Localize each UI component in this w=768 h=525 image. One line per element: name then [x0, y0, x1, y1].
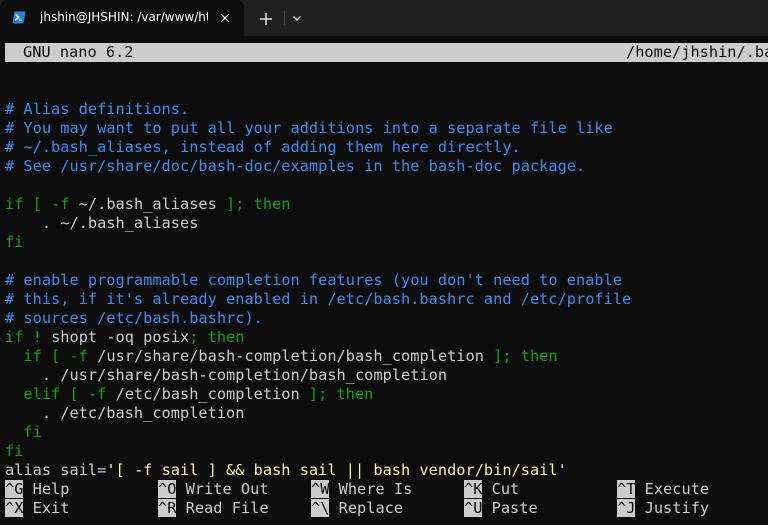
code-token: '[ -f sail ] && bash sail || bash vendor…	[106, 461, 567, 479]
editor-line: fi	[5, 423, 768, 442]
editor-line: if ! shopt -oq posix; then	[5, 328, 768, 347]
code-token: fi	[5, 233, 24, 251]
shortcut-label: Cut	[491, 480, 520, 498]
editor-line: # See /usr/share/doc/bash-doc/examples i…	[5, 157, 768, 176]
code-token: /etc/bash_completion	[115, 385, 300, 403]
code-token: if [ -f	[5, 195, 79, 213]
shortcut-help: ^G Help	[5, 480, 69, 499]
code-token: # ~/.bash_aliases, instead of adding the…	[5, 138, 521, 156]
shortcut-where-is: ^W Where Is	[311, 480, 412, 499]
code-token: . ~/.bash_aliases	[5, 214, 199, 232]
shortcut-label: Write Out	[185, 480, 269, 498]
code-token: ; then	[189, 328, 245, 346]
editor-line: # Alias definitions.	[5, 100, 768, 119]
code-token: ]; then	[483, 347, 558, 365]
shortcut-label: Read File	[185, 499, 269, 517]
editor-line: # sources /etc/bash.bashrc).	[5, 309, 768, 328]
editor-line: . ~/.bash_aliases	[5, 214, 768, 233]
shortcut-label: Paste	[491, 499, 538, 517]
editor-line: . /etc/bash_completion	[5, 404, 768, 423]
shortcut-exit: ^X Exit	[5, 499, 69, 518]
code-token: alias sail=	[5, 461, 107, 479]
shortcut-label: Justify	[644, 499, 710, 517]
code-token: . /etc/bash_completion	[5, 404, 245, 422]
nano-titlebar: GNU nano 6.2 /home/jhshin/.ba	[5, 43, 768, 62]
code-token: fi	[5, 442, 24, 460]
shortcut-justify: ^J Justify	[617, 499, 709, 518]
plus-icon[interactable]	[256, 9, 276, 29]
code-token: ~/.bash_aliases	[78, 195, 217, 213]
editor-line: if [ -f ~/.bash_aliases ]; then	[5, 195, 768, 214]
shortcut-label: Exit	[32, 499, 70, 517]
nano-filename: /home/jhshin/.ba	[626, 43, 768, 61]
shortcut-label: Help	[32, 480, 70, 498]
shortcut-read-file: ^R Read File	[158, 499, 269, 518]
editor-line: if [ -f /usr/share/bash-completion/bash_…	[5, 347, 768, 366]
shortcut-execute: ^T Execute	[617, 480, 709, 499]
shortcut-key: ^\	[311, 499, 330, 517]
shortcut-key: ^O	[158, 480, 177, 498]
shortcut-key: ^U	[464, 499, 483, 517]
editor-line: # ~/.bash_aliases, instead of adding the…	[5, 138, 768, 157]
shortcut-key: ^X	[5, 499, 24, 517]
shortcut-key: ^K	[464, 480, 483, 498]
shortcut-label: Execute	[644, 480, 710, 498]
shortcut-key: ^T	[617, 480, 636, 498]
code-token: # See /usr/share/doc/bash-doc/examples i…	[5, 157, 586, 175]
shortcut-key: ^G	[5, 480, 24, 498]
shortcut-bar: ^G Help ^O Write Out ^W Where Is ^K Cut ^T E…	[5, 480, 768, 520]
code-token: if [ -f	[5, 347, 98, 365]
code-token: shopt -oq posix	[51, 328, 190, 346]
editor-buffer[interactable]: # Alias definitions. # You may want to pu…	[5, 81, 768, 480]
shortcut-key: ^J	[617, 499, 636, 517]
editor-line: elif [ -f /etc/bash_completion ]; then	[5, 385, 768, 404]
shortcut-write-out: ^O Write Out	[158, 480, 269, 499]
shortcut-replace: ^\ Replace	[311, 499, 403, 518]
tab-title: jhshin@JHSHIN: /var/www/htr	[40, 10, 208, 24]
nano-version: GNU nano 6.2	[23, 43, 134, 61]
code-token: if !	[5, 328, 52, 346]
shortcut-key: ^R	[158, 499, 177, 517]
shortcut-paste: ^U Paste	[464, 499, 538, 518]
editor-line: . /usr/share/bash-completion/bash_comple…	[5, 366, 768, 385]
powershell-icon	[12, 11, 26, 24]
terminal-window: jhshin@JHSHIN: /var/www/htr GNU nano 6.2…	[0, 0, 768, 525]
code-token: /usr/share/bash-completion/bash_completi…	[97, 347, 484, 365]
code-token: fi	[5, 423, 42, 441]
code-token: elif [ -f	[5, 385, 116, 403]
code-token: # Alias definitions.	[5, 100, 190, 118]
shortcut-key: ^W	[311, 480, 330, 498]
terminal-area[interactable]: GNU nano 6.2 /home/jhshin/.ba # Alias de…	[0, 36, 768, 525]
code-token: # enable programmable completion feature…	[5, 271, 623, 289]
editor-line: fi	[5, 233, 768, 252]
editor-line: fi	[5, 442, 768, 461]
code-token: # You may want to put all your additions…	[5, 119, 613, 137]
code-token: ]; then	[299, 385, 374, 403]
shortcut-label: Where Is	[338, 480, 413, 498]
terminal-tab[interactable]: jhshin@JHSHIN: /var/www/htr	[0, 0, 244, 36]
editor-line: # You may want to put all your additions…	[5, 119, 768, 138]
shortcut-cut: ^K Cut	[464, 480, 519, 499]
code-token: # sources /etc/bash.bashrc).	[5, 309, 263, 327]
shortcut-label: Replace	[338, 499, 404, 517]
tab-separator	[284, 11, 285, 25]
editor-line: # this, if it's already enabled in /etc/…	[5, 290, 768, 309]
close-icon[interactable]	[218, 11, 232, 25]
chevron-down-icon[interactable]	[290, 11, 304, 25]
editor-line: # enable programmable completion feature…	[5, 271, 768, 290]
code-token: . /usr/share/bash-completion/bash_comple…	[5, 366, 448, 384]
code-token: ]; then	[216, 195, 291, 213]
code-token: # this, if it's already enabled in /etc/…	[5, 290, 632, 308]
editor-line: alias sail='[ -f sail ] && bash sail || …	[5, 461, 768, 480]
tab-strip: jhshin@JHSHIN: /var/www/htr	[0, 0, 768, 36]
